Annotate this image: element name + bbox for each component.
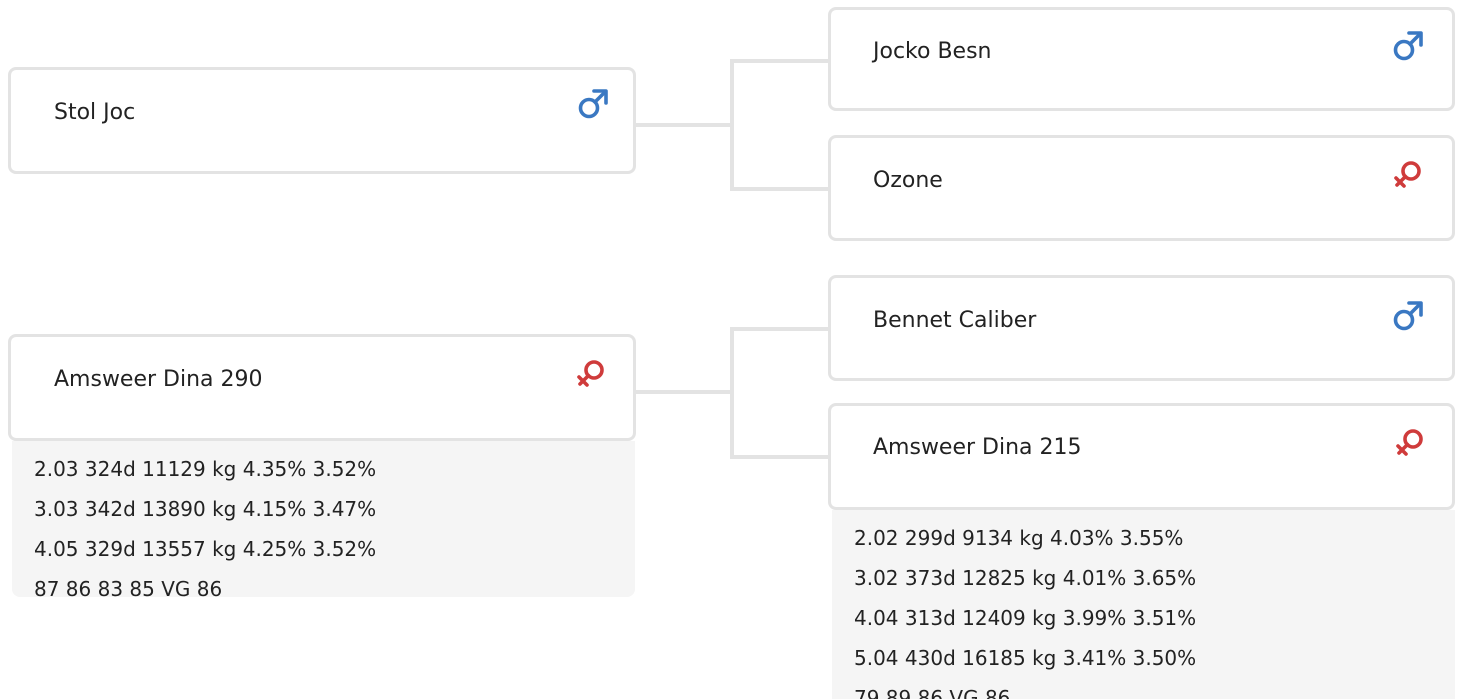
- animal-card-dam-sire[interactable]: Bennet Caliber: [828, 275, 1455, 381]
- stats-line: 2.02 299d 9134 kg 4.03% 3.55%: [854, 526, 1184, 550]
- animal-card-dam-dam[interactable]: Amsweer Dina 215: [828, 403, 1455, 510]
- dam-performance-stats: 2.03 324d 11129 kg 4.35% 3.52% 3.03 342d…: [12, 441, 635, 601]
- animal-name: Amsweer Dina 215: [873, 435, 1082, 460]
- dam-dam-performance-stats: 2.02 299d 9134 kg 4.03% 3.55% 3.02 373d …: [832, 510, 1455, 699]
- animal-card-sire-sire[interactable]: Jocko Besn: [828, 7, 1455, 111]
- stats-line: 4.05 329d 13557 kg 4.25% 3.52%: [34, 537, 377, 561]
- female-icon: [573, 357, 609, 393]
- stats-line: 5.04 430d 16185 kg 3.41% 3.50%: [854, 646, 1197, 670]
- pedigree-tree: Stol Joc Jocko Besn Ozone Amsweer Dina 2…: [0, 0, 1461, 699]
- animal-card-dam[interactable]: Amsweer Dina 290: [8, 334, 636, 441]
- stats-line: 87 86 83 85 VG 86: [34, 577, 223, 601]
- stats-line: 79 89 86 VG 86: [854, 686, 1011, 699]
- connector-sire-top: [730, 59, 830, 63]
- animal-name: Amsweer Dina 290: [54, 367, 263, 392]
- connector-sire-stem: [634, 123, 732, 127]
- animal-name: Ozone: [873, 168, 943, 193]
- connector-sire-bottom: [730, 187, 830, 191]
- male-icon: [575, 86, 611, 122]
- stats-line: 2.03 324d 11129 kg 4.35% 3.52%: [34, 457, 377, 481]
- stats-line: 4.04 313d 12409 kg 3.99% 3.51%: [854, 606, 1197, 630]
- connector-dam-vertical: [730, 327, 734, 459]
- male-icon: [1390, 28, 1426, 64]
- connector-sire-vertical: [730, 59, 734, 191]
- connector-dam-bottom: [730, 455, 830, 459]
- female-icon: [1390, 158, 1426, 194]
- connector-dam-stem: [634, 390, 732, 394]
- connector-dam-top: [730, 327, 830, 331]
- animal-name: Bennet Caliber: [873, 308, 1037, 333]
- stats-line: 3.02 373d 12825 kg 4.01% 3.65%: [854, 566, 1197, 590]
- stats-line: 3.03 342d 13890 kg 4.15% 3.47%: [34, 497, 377, 521]
- female-icon: [1392, 426, 1428, 462]
- animal-name: Stol Joc: [54, 100, 136, 125]
- animal-name: Jocko Besn: [873, 39, 992, 64]
- animal-card-sire[interactable]: Stol Joc: [8, 67, 636, 174]
- male-icon: [1390, 298, 1426, 334]
- animal-card-sire-dam[interactable]: Ozone: [828, 135, 1455, 241]
